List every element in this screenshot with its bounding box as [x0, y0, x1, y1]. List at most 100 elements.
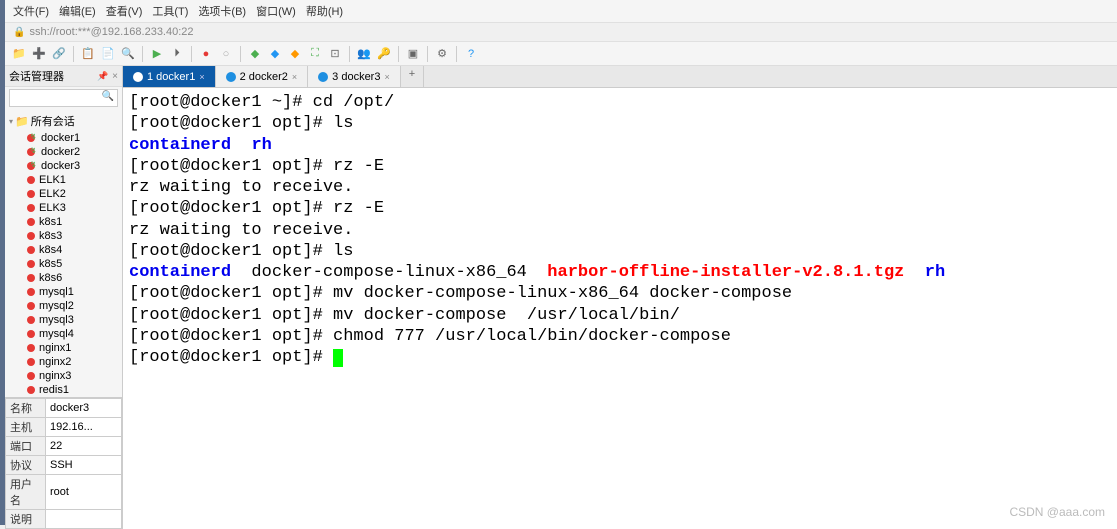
session-label: nginx3 [39, 370, 71, 382]
menubar: 文件(F) 编辑(E) 查看(V) 工具(T) 选项卡(B) 窗口(W) 帮助(… [5, 0, 1117, 23]
tab-close-icon[interactable]: × [292, 72, 297, 82]
terminal-line: [root@docker1 opt]# mv docker-compose-li… [129, 283, 1111, 304]
session-icon [27, 302, 35, 310]
terminal-text: [root@docker1 opt]# [129, 348, 333, 367]
session-item-docker2[interactable]: docker2 [5, 145, 122, 159]
tab-close-icon[interactable]: × [384, 72, 389, 82]
session-item-ELK2[interactable]: ELK2 [5, 187, 122, 201]
search-icon[interactable]: 🔍 [120, 46, 136, 62]
session-item-nginx1[interactable]: nginx1 [5, 341, 122, 355]
session-item-mysql4[interactable]: mysql4 [5, 327, 122, 341]
session-item-nginx3[interactable]: nginx3 [5, 369, 122, 383]
tab-2-docker2[interactable]: 2 docker2× [216, 66, 309, 87]
folder-icon: 📁 [15, 115, 29, 128]
session-label: docker3 [41, 160, 80, 172]
settings-icon[interactable]: ⚙ [434, 46, 450, 62]
cmd-icon[interactable]: ▣ [405, 46, 421, 62]
copy-icon[interactable]: 📋 [80, 46, 96, 62]
menu-help[interactable]: 帮助(H) [306, 3, 343, 19]
tab-3-docker3[interactable]: 3 docker3 × [308, 66, 401, 87]
terminal-text: [root@docker1 opt]# rz -E [129, 157, 384, 176]
session-item-mysql3[interactable]: mysql3 [5, 313, 122, 327]
prop-row: 端口22 [6, 437, 122, 456]
paste-icon[interactable]: 📄 [100, 46, 116, 62]
session-icon [27, 260, 35, 268]
prop-key: 协议 [6, 456, 46, 475]
terminal-text [904, 263, 924, 282]
tree-root[interactable]: ▾ 📁 所有会话 [5, 111, 122, 131]
menu-tools[interactable]: 工具(T) [152, 3, 188, 19]
terminal-text: [root@docker1 ~]# cd /opt/ [129, 93, 394, 112]
terminal[interactable]: [root@docker1 ~]# cd /opt/ [root@docker1 … [123, 88, 1117, 529]
help-icon[interactable]: ? [463, 46, 479, 62]
session-item-k8s3[interactable]: k8s3 [5, 229, 122, 243]
session-item-k8s6[interactable]: k8s6 [5, 271, 122, 285]
prop-row: 协议SSH [6, 456, 122, 475]
search-icon[interactable]: 🔍 [102, 91, 114, 102]
menu-file[interactable]: 文件(F) [13, 3, 49, 19]
close-sidebar-icon[interactable]: × [112, 71, 118, 82]
menu-window[interactable]: 窗口(W) [256, 3, 296, 19]
session-item-nginx2[interactable]: nginx2 [5, 355, 122, 369]
tab-add-button[interactable]: + [401, 66, 424, 87]
menu-edit[interactable]: 编辑(E) [59, 3, 96, 19]
session-item-k8s5[interactable]: k8s5 [5, 257, 122, 271]
reconnect-icon[interactable]: ● [198, 46, 214, 62]
session-item-docker3[interactable]: docker3 [5, 159, 122, 173]
tab-label: 3 docker3 [332, 71, 380, 83]
watermark: CSDN @aaa.com [1009, 505, 1105, 519]
tab-status-icon [133, 72, 143, 82]
pin-icon[interactable]: 📌 [97, 71, 108, 82]
session-tree[interactable]: ▾ 📁 所有会话 docker1docker2docker3ELK1ELK2EL… [5, 109, 122, 397]
disconnect-icon[interactable]: ○ [218, 46, 234, 62]
session-label: mysql3 [39, 314, 74, 326]
terminal-text: rz waiting to receive. [129, 221, 353, 240]
session-label: k8s3 [39, 230, 62, 242]
session-connected-icon [27, 162, 37, 170]
terminal-text: [root@docker1 opt]# ls [129, 114, 353, 133]
session-icon [27, 204, 35, 212]
tab-1-docker1[interactable]: 1 docker1× [123, 66, 216, 87]
session-item-redis1[interactable]: redis1 [5, 383, 122, 397]
session-item-k8s4[interactable]: k8s4 [5, 243, 122, 257]
run-alt-icon[interactable]: ⏵ [169, 46, 185, 62]
users-icon[interactable]: 👥 [356, 46, 372, 62]
session-label: ELK2 [39, 188, 66, 200]
session-item-ELK1[interactable]: ELK1 [5, 173, 122, 187]
tab-close-icon[interactable]: × [199, 72, 204, 82]
terminal-text: rz waiting to receive. [129, 178, 353, 197]
separator [427, 46, 428, 62]
link-icon[interactable]: 🔗 [51, 46, 67, 62]
color-green-icon[interactable]: ◆ [247, 46, 263, 62]
separator [142, 46, 143, 62]
collapse-icon[interactable]: ⊡ [327, 46, 343, 62]
tab-status-icon [318, 72, 328, 82]
key-icon[interactable]: 🔑 [376, 46, 392, 62]
folder-icon[interactable]: 📁 [11, 46, 27, 62]
session-item-ELK3[interactable]: ELK3 [5, 201, 122, 215]
terminal-text: rh [251, 136, 271, 155]
session-item-docker1[interactable]: docker1 [5, 131, 122, 145]
terminal-line: [root@docker1 opt]# ls [129, 113, 1111, 134]
session-item-mysql2[interactable]: mysql2 [5, 299, 122, 313]
color-blue-icon[interactable]: ◆ [267, 46, 283, 62]
color-orange-icon[interactable]: ◆ [287, 46, 303, 62]
tree-root-label: 所有会话 [31, 113, 75, 129]
menu-view[interactable]: 查看(V) [106, 3, 143, 19]
run-icon[interactable]: ▶ [149, 46, 165, 62]
session-item-k8s1[interactable]: k8s1 [5, 215, 122, 229]
toggle-icon[interactable]: ▾ [9, 117, 13, 126]
terminal-line: [root@docker1 opt]# [129, 347, 1111, 368]
session-item-mysql1[interactable]: mysql1 [5, 285, 122, 299]
session-label: mysql1 [39, 286, 74, 298]
address-bar: 🔒 ssh://root:***@192.168.233.40:22 [5, 23, 1117, 42]
expand-icon[interactable]: ⛶ [307, 46, 323, 62]
add-session-icon[interactable]: ➕ [31, 46, 47, 62]
session-label: redis1 [39, 384, 69, 396]
prop-row: 说明 [6, 510, 122, 529]
terminal-line: containerd docker-compose-linux-x86_64 h… [129, 262, 1111, 283]
prop-row: 名称docker3 [6, 399, 122, 418]
prop-value: root [46, 475, 122, 510]
lock-icon: 🔒 [13, 27, 25, 38]
menu-tabs[interactable]: 选项卡(B) [198, 3, 246, 19]
